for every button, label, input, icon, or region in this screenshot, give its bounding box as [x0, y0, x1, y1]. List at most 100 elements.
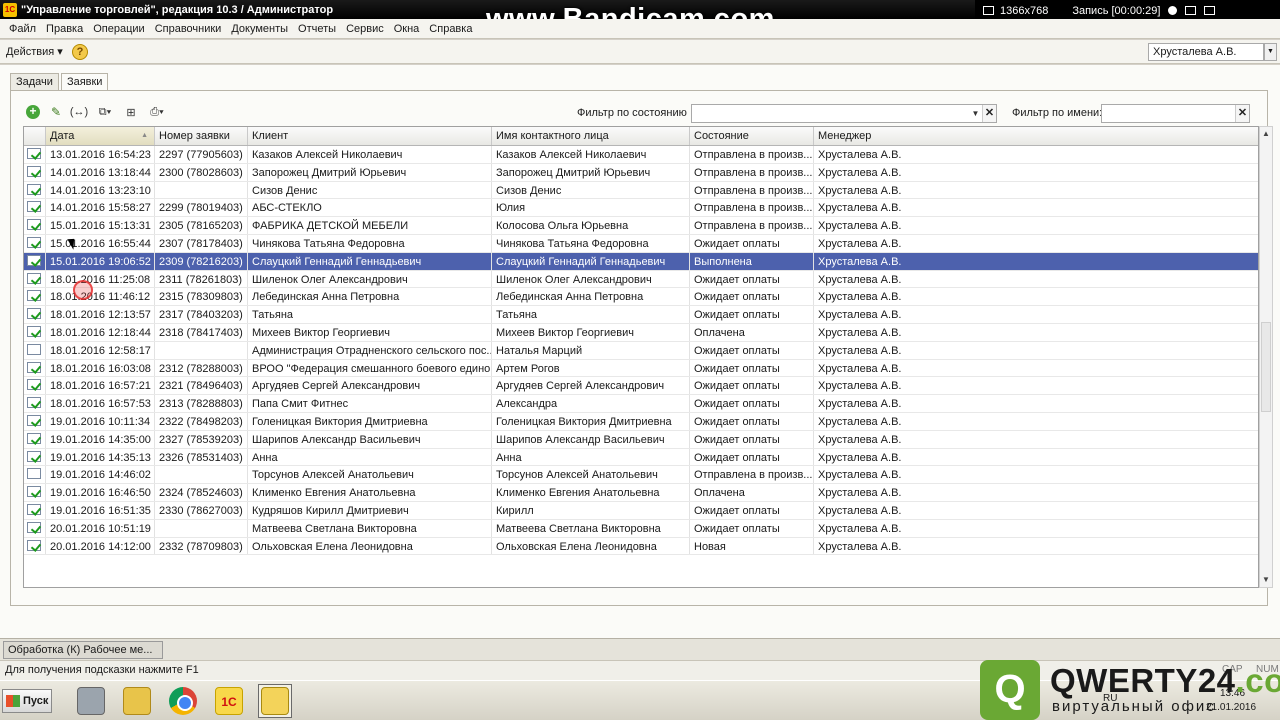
table-row[interactable]: 14.01.2016 13:18:44 2300 (78028603) Запоро…	[24, 163, 1258, 182]
table-row[interactable]: 19.01.2016 16:51:35 2330 (78627003) Кудряш…	[24, 501, 1258, 520]
cell-date: 18.01.2016 11:46:12	[46, 288, 155, 306]
table-row[interactable]: 18.01.2016 16:57:53 2313 (78288803) Папа С…	[24, 395, 1258, 413]
table-row[interactable]: 13.01.2016 16:54:23 2297 (77905603) Казако…	[24, 146, 1258, 164]
col-manager-header[interactable]: Менеджер	[814, 127, 1248, 145]
cell-number: 2330 (78627003)	[155, 501, 248, 519]
cell-manager: Хрусталева А.В.	[818, 469, 902, 482]
row-icon-cell	[24, 288, 46, 306]
cell-date: 19.01.2016 16:51:35	[46, 501, 155, 519]
vertical-scrollbar[interactable]: ▲ ▼	[1259, 126, 1273, 588]
table-row[interactable]: 18.01.2016 16:03:08 2312 (78288003) ВРОО "…	[24, 359, 1258, 378]
table-row[interactable]: 14.01.2016 13:23:10 Сизов Денис Сизов Дени…	[24, 181, 1258, 200]
tab-strip: Задачи Заявки	[10, 73, 110, 92]
document-checked-icon	[27, 539, 41, 551]
cell-contact: Михеев Виктор Георгиевич	[492, 323, 690, 341]
menu-catalogs[interactable]: Справочники	[150, 23, 227, 35]
table-row[interactable]: 20.01.2016 10:51:19 Матвеева Светлана Вик…	[24, 519, 1258, 538]
menu-bar: Файл Правка Операции Справочники Докумен…	[0, 19, 1280, 39]
name-filter-input[interactable]	[1101, 104, 1250, 123]
table-row[interactable]: 19.01.2016 16:46:50 2324 (78524603) Климен…	[24, 484, 1258, 502]
menu-help[interactable]: Справка	[424, 23, 477, 35]
cell-client: Матвеева Светлана Викторовна	[248, 519, 492, 537]
menu-service[interactable]: Сервис	[341, 23, 389, 35]
cell-manager: Хрусталева А.В.	[818, 149, 902, 161]
col-contact-header[interactable]: Имя контактного лица	[492, 127, 690, 145]
edit-button[interactable]: ✎	[47, 104, 65, 120]
grid-toolbar: + ✎ (↔) ⧉▾ ⊞ ⎙▾	[24, 103, 174, 121]
cell-manager: Хрусталева А.В.	[818, 255, 902, 268]
table-body: 13.01.2016 16:54:23 2297 (77905603) Казако…	[24, 146, 1258, 556]
cell-state: Ожидает оплаты	[690, 359, 814, 377]
table-row[interactable]: 15.01.2016 15:13:31 2305 (78165203) ФАБРИК…	[24, 217, 1258, 235]
copy-menu-button[interactable]: ⧉▾	[93, 104, 117, 120]
table-row[interactable]: 18.01.2016 12:18:44 2318 (78417403) Михеев…	[24, 323, 1258, 342]
cell-contact: Торсунов Алексей Анатольевич	[492, 466, 690, 484]
taskbar-computer[interactable]	[74, 684, 108, 718]
table-row[interactable]: 15.01.2016 16:55:44 2307 (78178403) Чиняко…	[24, 234, 1258, 253]
table-row[interactable]: 19.01.2016 10:11:34 2322 (78498203) Голени…	[24, 412, 1258, 431]
menu-file[interactable]: Файл	[4, 23, 41, 35]
table-row[interactable]: 18.01.2016 16:57:21 2321 (78496403) Аргудя…	[24, 377, 1258, 396]
status-hint: Для получения подсказки нажмите F1	[5, 664, 199, 676]
menu-reports[interactable]: Отчеты	[293, 23, 341, 35]
actions-menu-button[interactable]: Действия ▾	[6, 45, 63, 58]
tab-tasks[interactable]: Задачи	[10, 73, 59, 90]
print-icon: ⎙▾	[150, 105, 164, 118]
state-filter-dropdown-icon[interactable]: ▼	[969, 105, 982, 122]
taskbar-1c-active[interactable]	[258, 684, 292, 718]
col-state-header[interactable]: Состояние	[690, 127, 814, 145]
cell-client: Михеев Виктор Георгиевич	[248, 323, 492, 341]
table-row[interactable]: 20.01.2016 14:12:00 2332 (78709803) Ольхов…	[24, 537, 1258, 556]
camera-icon[interactable]	[1204, 6, 1216, 15]
cell-contact: Клименко Евгения Анатольевна	[492, 484, 690, 501]
table-row[interactable]: 18.01.2016 11:46:12 2315 (78309803) Лебеди…	[24, 288, 1258, 307]
pause-icon[interactable]	[1185, 6, 1197, 15]
cell-number: 2326 (78531403)	[155, 448, 248, 466]
table-row[interactable]: 18.01.2016 11:25:08 2311 (78261803) Шилено…	[24, 270, 1258, 289]
user-dropdown-icon[interactable]: ▼	[1264, 43, 1277, 61]
col-icon-header[interactable]	[24, 127, 46, 145]
add-button[interactable]: +	[24, 104, 42, 120]
table-row[interactable]: 19.01.2016 14:35:13 2326 (78531403) Анна Ан…	[24, 448, 1258, 467]
structure-button[interactable]: ⊞	[122, 104, 140, 120]
cell-client: АБС-СТЕКЛО	[248, 199, 492, 217]
help-icon[interactable]: ?	[72, 44, 88, 60]
taskbar-chrome[interactable]	[166, 684, 200, 718]
cell-state: Ожидает оплаты	[690, 341, 814, 359]
table-row[interactable]: 18.01.2016 12:13:57 2317 (78403203) Татьян…	[24, 306, 1258, 324]
table-row[interactable]: 15.01.2016 19:06:52 2309 (78216203) Слауцк…	[24, 252, 1258, 271]
print-menu-button[interactable]: ⎙▾	[145, 104, 169, 120]
row-icon-cell	[24, 217, 46, 234]
screen-icon[interactable]	[983, 6, 994, 15]
record-icon[interactable]	[1168, 6, 1178, 15]
menu-documents[interactable]: Документы	[226, 23, 293, 35]
scroll-up-icon[interactable]: ▲	[1260, 127, 1272, 141]
menu-operations[interactable]: Операции	[88, 23, 149, 35]
link-button[interactable]: (↔)	[70, 104, 88, 120]
table-row[interactable]: 19.01.2016 14:35:00 2327 (78539203) Шарипо…	[24, 430, 1258, 449]
name-filter-clear-icon[interactable]: ✕	[1235, 105, 1249, 122]
current-user-field[interactable]: Хрусталева А.В.	[1148, 43, 1264, 61]
taskbar-explorer[interactable]	[120, 684, 154, 718]
table-row[interactable]: 18.01.2016 12:58:17 Администрация Отрадне…	[24, 341, 1258, 360]
table-row[interactable]: 14.01.2016 15:58:27 2299 (78019403) АБС-СТ…	[24, 199, 1258, 218]
state-filter-input[interactable]	[691, 104, 997, 123]
menu-edit[interactable]: Правка	[41, 23, 88, 35]
cell-manager: Хрусталева А.В.	[818, 415, 902, 428]
scroll-down-icon[interactable]: ▼	[1260, 573, 1272, 587]
col-number-header[interactable]: Номер заявки	[155, 127, 248, 145]
document-checked-icon	[27, 254, 41, 266]
window-tab-workplace[interactable]: Обработка (К) Рабочее ме...	[3, 641, 163, 659]
windows-flag-icon	[6, 695, 20, 707]
state-filter-clear-icon[interactable]: ✕	[982, 105, 996, 122]
taskbar-1c[interactable]: 1C	[212, 684, 246, 718]
requests-table[interactable]: Дата ▲ Номер заявки Клиент Имя контактног…	[23, 126, 1259, 588]
row-icon-cell	[24, 448, 46, 466]
table-row[interactable]: 19.01.2016 14:46:02 Торсунов Алексей Анат…	[24, 466, 1258, 485]
start-button[interactable]: Пуск	[2, 689, 52, 713]
cell-number: 2311 (78261803)	[155, 270, 248, 288]
col-date-header[interactable]: Дата ▲	[46, 127, 155, 145]
menu-windows[interactable]: Окна	[389, 23, 425, 35]
col-client-header[interactable]: Клиент	[248, 127, 492, 145]
scroll-thumb[interactable]	[1261, 322, 1271, 412]
